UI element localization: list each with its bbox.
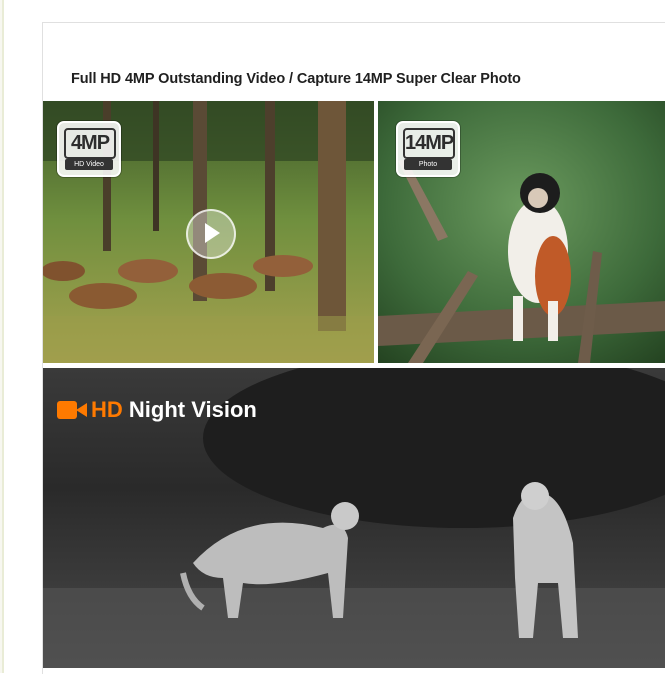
play-button[interactable]	[186, 209, 236, 259]
night-vision-label: HD Night Vision	[57, 397, 257, 423]
feature-headline: Full HD 4MP Outstanding Video / Capture …	[71, 71, 521, 87]
night-vision-panel: HD Night Vision	[43, 368, 665, 668]
night-hd-text: HD	[91, 397, 123, 422]
badge-14mp-text: 14MP	[405, 132, 454, 154]
video-camera-icon	[57, 401, 87, 419]
14mp-photo-badge: 14MP Photo	[396, 121, 460, 177]
badge-4mp-text: 4MP	[70, 132, 110, 154]
badge-photo-text: Photo	[404, 159, 452, 170]
4mp-video-badge: 4MP HD Video	[57, 121, 121, 177]
photo-sample-panel: 14MP Photo	[378, 101, 665, 363]
panel-divider	[374, 101, 378, 363]
page-edge	[0, 0, 6, 673]
night-vision-text: Night Vision	[128, 397, 257, 422]
badge-frame: 4MP	[64, 128, 116, 159]
play-icon	[205, 223, 220, 243]
product-feature-card: Full HD 4MP Outstanding Video / Capture …	[42, 22, 665, 674]
video-sample-panel[interactable]: 4MP HD Video	[43, 101, 374, 363]
badge-hd-video-text: HD Video	[65, 159, 113, 170]
badge-frame: 14MP	[403, 128, 455, 159]
